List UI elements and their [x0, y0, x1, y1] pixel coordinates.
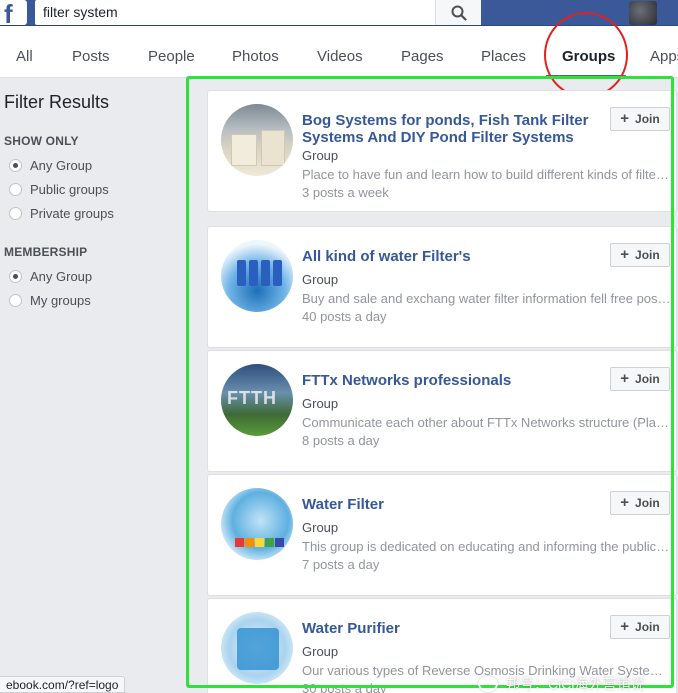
group-description: Buy and sale and exchang water filter in… — [302, 291, 672, 306]
filter-membership-any-group[interactable]: Any Group — [9, 268, 92, 284]
filter-option-label: Any Group — [30, 268, 93, 284]
search-box[interactable]: filter system — [35, 0, 481, 25]
join-button[interactable]: + Join — [610, 243, 670, 267]
group-activity: 30 posts a day — [302, 681, 387, 693]
group-name-link[interactable]: Water Purifier — [302, 620, 602, 637]
tab-people[interactable]: People — [148, 48, 195, 65]
tab-groups[interactable]: Groups — [562, 48, 615, 65]
group-activity: 40 posts a day — [302, 309, 387, 324]
filter-results-title: Filter Results — [4, 92, 110, 112]
group-type: Group — [302, 272, 339, 287]
group-description: This group is dedicated on educating and… — [302, 539, 672, 554]
group-activity: 8 posts a day — [302, 433, 380, 448]
join-button[interactable]: + Join — [610, 491, 670, 515]
join-label: Join — [635, 496, 660, 510]
join-label: Join — [635, 248, 660, 262]
search-results-tabs: All Posts People Photos Videos Pages Pla… — [0, 26, 678, 78]
tab-places[interactable]: Places — [481, 48, 526, 65]
group-result-card[interactable]: FTTH FTTx Networks professionals Group C… — [207, 350, 677, 472]
top-navigation-bar: f filter system — [0, 0, 678, 29]
facebook-logo[interactable]: f — [0, 0, 27, 29]
search-icon — [451, 5, 467, 21]
group-activity: 7 posts a day — [302, 557, 380, 572]
active-tab-indicator — [546, 75, 626, 78]
group-name-link[interactable]: All kind of water Filter's — [302, 248, 602, 265]
radio-selected-icon[interactable] — [9, 158, 22, 172]
group-type: Group — [302, 644, 339, 659]
plus-icon: + — [620, 494, 630, 511]
tab-pages[interactable]: Pages — [401, 48, 444, 65]
tab-posts[interactable]: Posts — [72, 48, 110, 65]
group-result-card[interactable]: All kind of water Filter's Group Buy and… — [207, 226, 677, 348]
radio-selected-icon[interactable] — [9, 269, 22, 283]
group-type: Group — [302, 520, 339, 535]
plus-icon: + — [620, 246, 630, 263]
join-button[interactable]: + Join — [610, 107, 670, 131]
radio-icon[interactable] — [9, 182, 22, 196]
filter-option-label: Public groups — [30, 181, 109, 197]
profile-avatar[interactable] — [629, 1, 657, 25]
filter-public-groups[interactable]: Public groups — [9, 181, 109, 197]
membership-label: MEMBERSHIP — [4, 245, 88, 259]
group-description: Place to have fun and learn how to build… — [302, 167, 672, 182]
show-only-label: SHOW ONLY — [4, 134, 79, 148]
status-bar-url: ebook.com/?ref=logo — [0, 676, 126, 693]
search-input[interactable]: filter system — [43, 4, 118, 20]
group-thumbnail[interactable] — [221, 240, 293, 312]
group-thumbnail[interactable] — [221, 104, 293, 176]
group-type: Group — [302, 148, 339, 163]
group-result-card[interactable]: Bog Systems for ponds, Fish Tank Filter … — [207, 90, 677, 212]
group-name-link[interactable]: Water Filter — [302, 496, 602, 513]
watermark-text: 邦号：CiCi海外营销说 — [506, 676, 645, 692]
group-thumbnail[interactable] — [221, 612, 293, 684]
group-activity: 3 posts a week — [302, 185, 389, 200]
group-result-card[interactable]: Water Filter Group This group is dedicat… — [207, 474, 677, 596]
join-label: Join — [635, 620, 660, 634]
join-label: Join — [635, 372, 660, 386]
tab-photos[interactable]: Photos — [232, 48, 279, 65]
filter-private-groups[interactable]: Private groups — [9, 205, 114, 221]
join-button[interactable]: + Join — [610, 367, 670, 391]
tab-all[interactable]: All — [16, 48, 33, 65]
plus-icon: + — [620, 618, 630, 635]
search-button[interactable] — [435, 0, 481, 25]
join-label: Join — [635, 112, 660, 126]
filter-option-label: Private groups — [30, 205, 114, 221]
tab-videos[interactable]: Videos — [317, 48, 363, 65]
join-button[interactable]: + Join — [610, 615, 670, 639]
filter-any-group[interactable]: Any Group — [9, 157, 92, 173]
plus-icon: + — [620, 110, 630, 127]
tab-apps[interactable]: Apps — [650, 48, 678, 65]
wechat-icon — [478, 676, 498, 692]
group-description: Communicate each other about FTTx Networ… — [302, 415, 672, 430]
group-name-link[interactable]: FTTx Networks professionals — [302, 372, 602, 389]
plus-icon: + — [620, 370, 630, 387]
filter-option-label: Any Group — [30, 157, 93, 173]
facebook-logo-letter: f — [4, 0, 13, 29]
group-thumbnail[interactable] — [221, 488, 293, 560]
radio-icon[interactable] — [9, 293, 22, 307]
group-name-link[interactable]: Bog Systems for ponds, Fish Tank Filter … — [302, 112, 602, 146]
watermark: 邦号：CiCi海外营销说 — [478, 674, 644, 693]
filter-my-groups[interactable]: My groups — [9, 292, 91, 308]
radio-icon[interactable] — [9, 206, 22, 220]
group-thumbnail[interactable]: FTTH — [221, 364, 293, 436]
filter-option-label: My groups — [30, 292, 91, 308]
group-type: Group — [302, 396, 339, 411]
